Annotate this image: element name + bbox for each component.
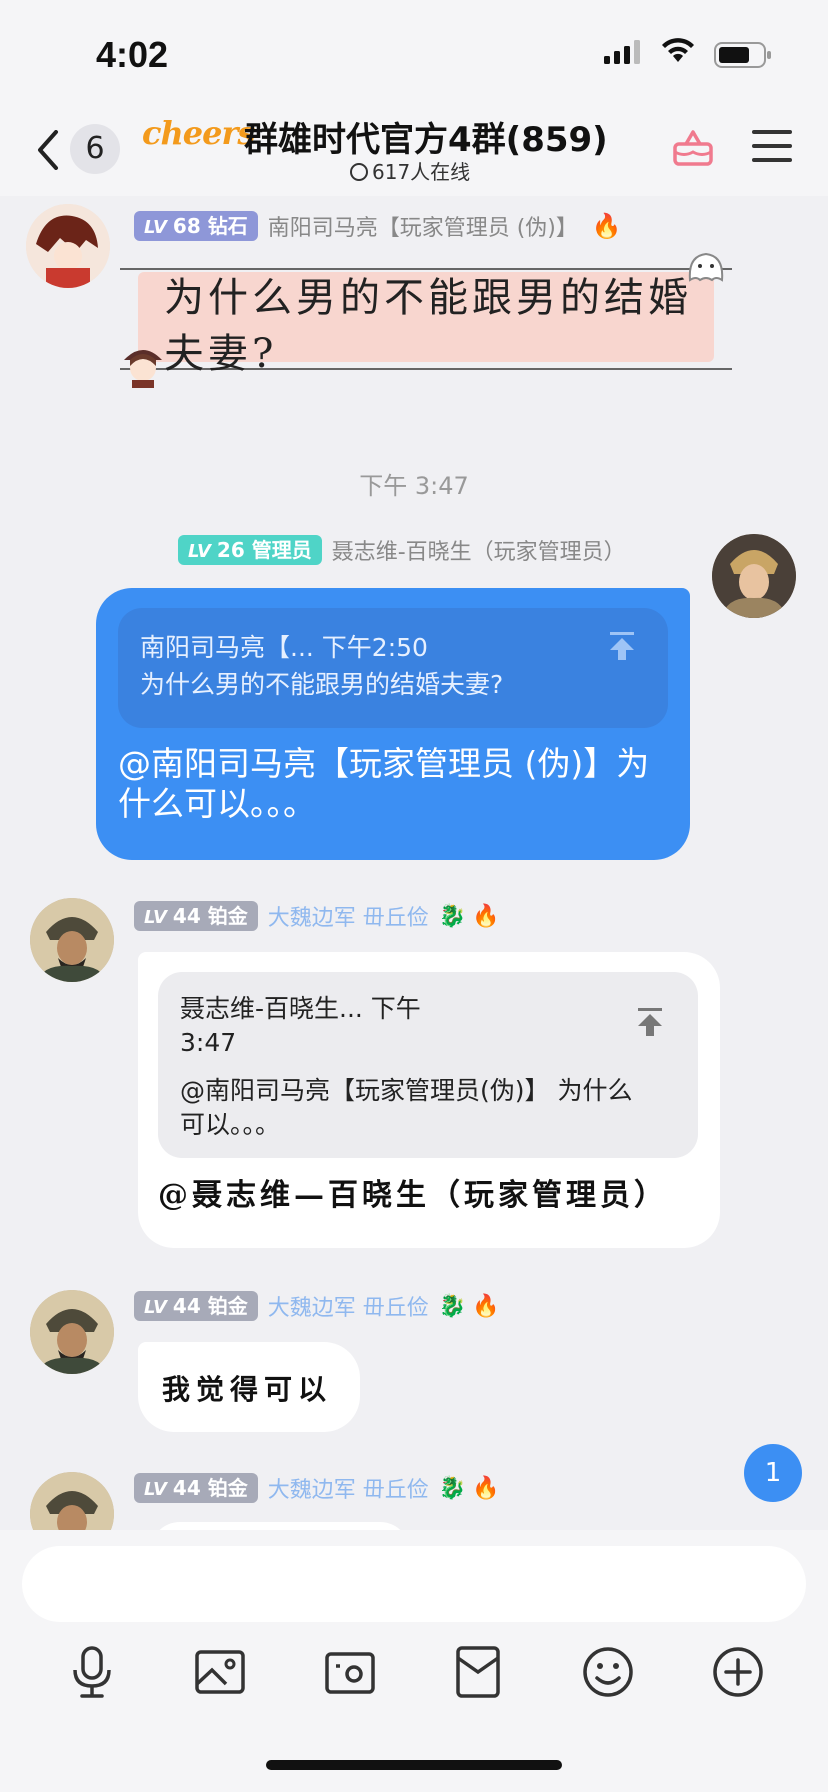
online-count: 617人在线: [350, 156, 470, 185]
wifi-icon: [662, 38, 694, 62]
group-title[interactable]: 群雄时代官方4群(859): [244, 112, 608, 161]
avatar[interactable]: [712, 534, 796, 618]
sender-name[interactable]: 大魏边军 毌丘俭: [268, 900, 429, 932]
fire-icon: 🔥: [591, 212, 622, 240]
message-input[interactable]: [22, 1546, 806, 1622]
plus-icon[interactable]: [710, 1644, 766, 1700]
sender-info: LV 68 钻石 南阳司马亮【玩家管理员 (伪)】 🔥: [134, 210, 622, 242]
quote-sender-time: 聂志维-百晓生... 下午3:47: [180, 994, 421, 1057]
input-area: [0, 1530, 828, 1792]
group-badge: cheers: [142, 114, 255, 152]
avatar[interactable]: [30, 898, 114, 982]
message-timestamp: 下午 3:47: [359, 472, 469, 500]
message-bubble[interactable]: 我觉得可以: [138, 1342, 360, 1432]
ghost-icon: [688, 252, 724, 282]
sender-info: LV 44 铂金 大魏边军 毌丘俭 🐉 🔥: [134, 1472, 500, 1504]
fire-icon: 🔥: [472, 1475, 500, 1501]
quoted-message[interactable]: 聂志维-百晓生... 下午3:47 @南阳司马亮【玩家管理员(伪)】 为什么可以…: [158, 972, 698, 1158]
message-text: 我觉得可以: [162, 1373, 333, 1406]
jump-to-top-icon[interactable]: [634, 1006, 666, 1038]
chat-header: 6 cheers 群雄时代官方4群(859) 617人在线: [0, 100, 828, 196]
signal-icon: [604, 40, 640, 64]
avatar[interactable]: [26, 204, 110, 288]
status-time: 4:02: [96, 34, 169, 75]
image-icon[interactable]: [192, 1644, 248, 1700]
cake-icon[interactable]: [672, 126, 714, 168]
status-bar: 4:02: [0, 0, 828, 100]
sender-name[interactable]: 聂志维-百晓生（玩家管理员）: [332, 534, 626, 566]
avatar[interactable]: [30, 1290, 114, 1374]
message-bubble[interactable]: 南阳司马亮【... 下午2:50 为什么男的不能跟男的结婚夫妻? @南阳司马亮【…: [96, 588, 690, 860]
emoji-icon[interactable]: [580, 1644, 636, 1700]
quote-text: @南阳司马亮【玩家管理员(伪)】 为什么可以。。。: [180, 1076, 633, 1139]
clock-icon: [350, 163, 368, 181]
message-bubble[interactable]: [150, 1522, 410, 1530]
level-badge: LV 44 铂金: [134, 1473, 258, 1503]
sender-name[interactable]: 南阳司马亮【玩家管理员 (伪)】: [268, 210, 578, 242]
general-avatar-icon: [30, 1290, 114, 1374]
camera-icon[interactable]: [322, 1644, 378, 1700]
sender-name[interactable]: 大魏边军 毌丘俭: [268, 1290, 429, 1322]
message-text: @南阳司马亮【玩家管理员 (伪)】为什么可以。。。: [118, 744, 650, 823]
fire-icon: 🔥: [472, 903, 500, 929]
sender-name[interactable]: 大魏边军 毌丘俭: [268, 1472, 429, 1504]
dragon-icon: 🐉: [438, 903, 467, 929]
sticker-message[interactable]: 为什么男的不能跟男的结婚夫妻?: [120, 248, 732, 388]
warrior-avatar-icon: [712, 534, 796, 618]
sender-info: LV 44 铂金 大魏边军 毌丘俭 🐉 🔥: [134, 900, 500, 932]
sender-info: LV 44 铂金 大魏边军 毌丘俭 🐉 🔥: [134, 1290, 500, 1322]
doll-icon: [124, 350, 162, 388]
battery-icon: [714, 42, 771, 68]
level-badge: LV 26 管理员: [178, 535, 322, 565]
dragon-icon: 🐉: [438, 1475, 467, 1501]
menu-icon[interactable]: [752, 128, 792, 164]
general-avatar-icon: [30, 898, 114, 982]
dragon-icon: 🐉: [438, 1293, 467, 1319]
fire-icon: 🔥: [472, 1293, 500, 1319]
general-avatar-icon: [30, 1472, 114, 1530]
sticker-text: 为什么男的不能跟男的结婚夫妻?: [164, 275, 692, 377]
avatar[interactable]: [30, 1472, 114, 1530]
red-packet-icon[interactable]: [450, 1644, 506, 1700]
level-badge: LV 44 铂金: [134, 1291, 258, 1321]
microphone-icon[interactable]: [64, 1644, 120, 1700]
home-indicator[interactable]: [266, 1760, 562, 1770]
back-button[interactable]: 6: [36, 124, 126, 174]
chevron-left-icon: [38, 130, 58, 170]
quoted-message[interactable]: 南阳司马亮【... 下午2:50 为什么男的不能跟男的结婚夫妻?: [118, 608, 668, 728]
unread-back-count: 6: [70, 124, 120, 174]
unread-messages-button[interactable]: 1: [744, 1444, 802, 1502]
message-text: @聂志维—百晓生（玩家管理员）: [158, 1178, 668, 1213]
sender-info: LV 26 管理员 聂志维-百晓生（玩家管理员）: [178, 534, 626, 566]
quote-text: 为什么男的不能跟男的结婚夫妻?: [140, 670, 504, 699]
anime-avatar-icon: [26, 204, 110, 288]
message-bubble[interactable]: 聂志维-百晓生... 下午3:47 @南阳司马亮【玩家管理员(伪)】 为什么可以…: [138, 952, 720, 1248]
jump-to-top-icon[interactable]: [606, 630, 638, 662]
level-badge: LV 44 铂金: [134, 901, 258, 931]
message-list[interactable]: LV 68 钻石 南阳司马亮【玩家管理员 (伪)】 🔥 为什么男的不能跟男的结婚夫…: [0, 196, 828, 1530]
level-badge: LV 68 钻石: [134, 211, 258, 241]
quote-sender-time: 南阳司马亮【... 下午2:50: [140, 633, 428, 662]
